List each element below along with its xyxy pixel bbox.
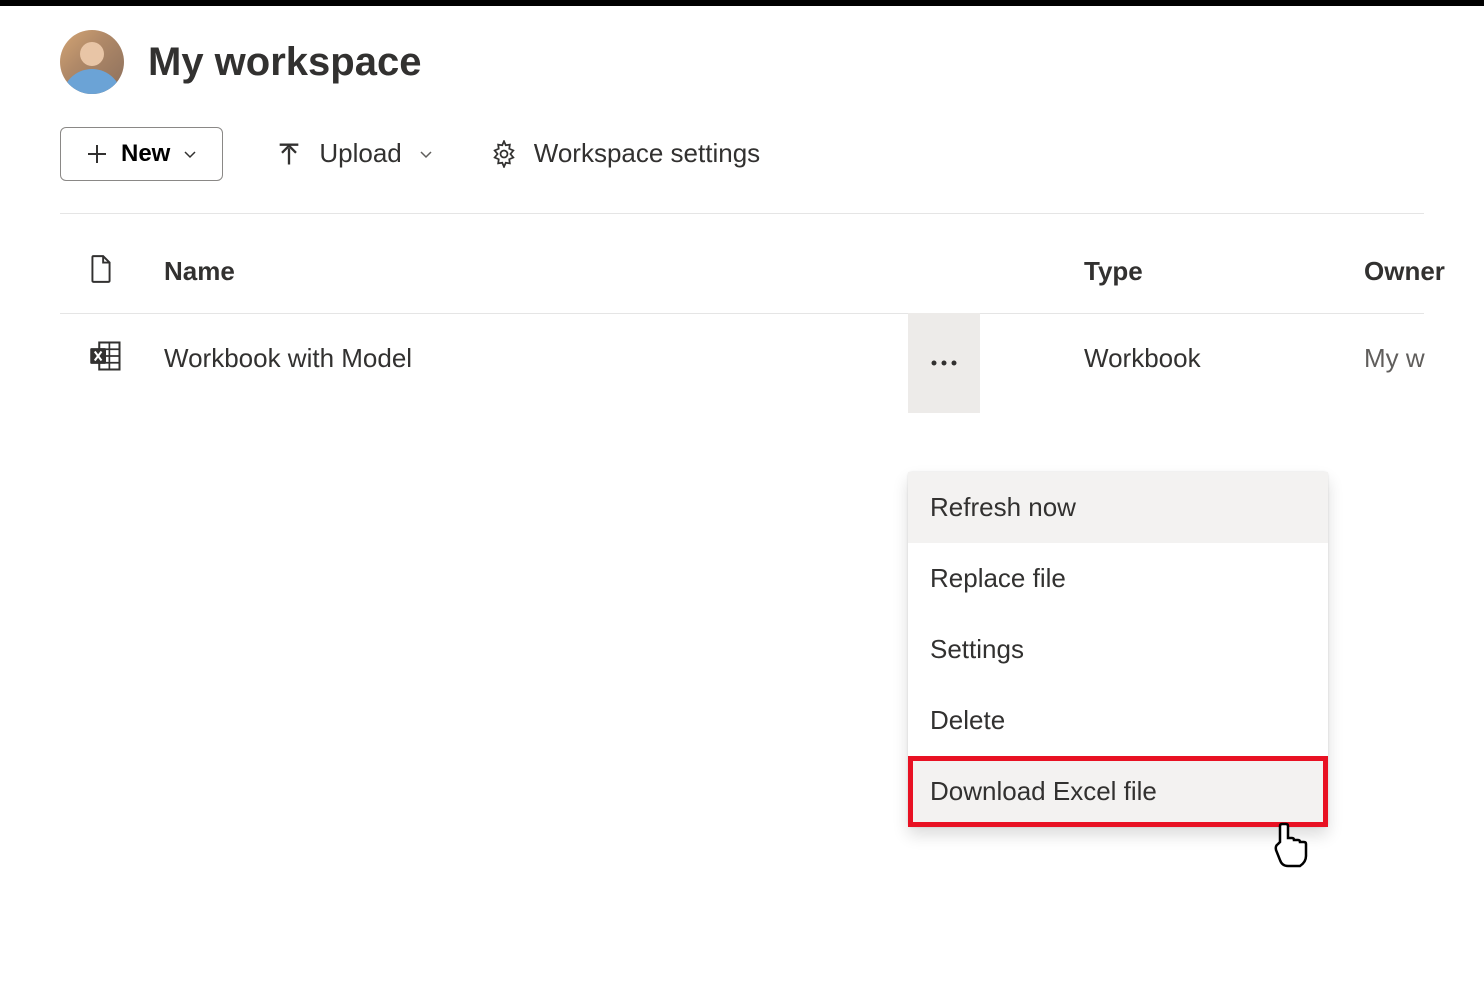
menu-item-settings[interactable]: Settings: [908, 614, 1328, 685]
document-icon: [88, 254, 114, 284]
menu-item-refresh[interactable]: Refresh now: [908, 472, 1328, 543]
context-menu: Refresh now Replace file Settings Delete…: [908, 472, 1328, 827]
gear-icon: [490, 140, 518, 168]
column-header-name[interactable]: Name: [140, 256, 1004, 287]
chevron-down-icon: [182, 146, 198, 162]
column-header-type[interactable]: Type: [1084, 256, 1364, 287]
item-type: Workbook: [1084, 343, 1364, 374]
excel-icon: [88, 338, 124, 374]
chevron-down-icon: [418, 146, 434, 162]
table-header: Name Type Owner: [60, 214, 1424, 314]
menu-item-download[interactable]: Download Excel file: [908, 756, 1328, 827]
workspace-settings-button[interactable]: Workspace settings: [486, 126, 764, 181]
avatar: [60, 30, 124, 94]
more-options-button[interactable]: [908, 313, 980, 413]
table-row[interactable]: Workbook with Model Workbook My w: [60, 314, 1424, 403]
more-horizontal-icon: [930, 359, 958, 367]
item-owner: My w: [1364, 343, 1424, 374]
page-title: My workspace: [148, 40, 421, 85]
upload-icon: [275, 140, 303, 168]
menu-item-delete[interactable]: Delete: [908, 685, 1328, 756]
cursor-pointer-icon: [1272, 822, 1312, 877]
plus-icon: [85, 142, 109, 166]
workspace-header: My workspace: [60, 30, 1424, 94]
column-header-owner[interactable]: Owner: [1364, 256, 1424, 287]
toolbar: New Upload: [60, 126, 1424, 214]
new-button[interactable]: New: [60, 127, 223, 181]
item-name[interactable]: Workbook with Model: [140, 343, 1004, 374]
upload-button[interactable]: Upload: [271, 126, 437, 181]
workspace-settings-label: Workspace settings: [534, 138, 760, 169]
menu-item-replace[interactable]: Replace file: [908, 543, 1328, 614]
new-button-label: New: [121, 140, 170, 168]
upload-button-label: Upload: [319, 138, 401, 169]
